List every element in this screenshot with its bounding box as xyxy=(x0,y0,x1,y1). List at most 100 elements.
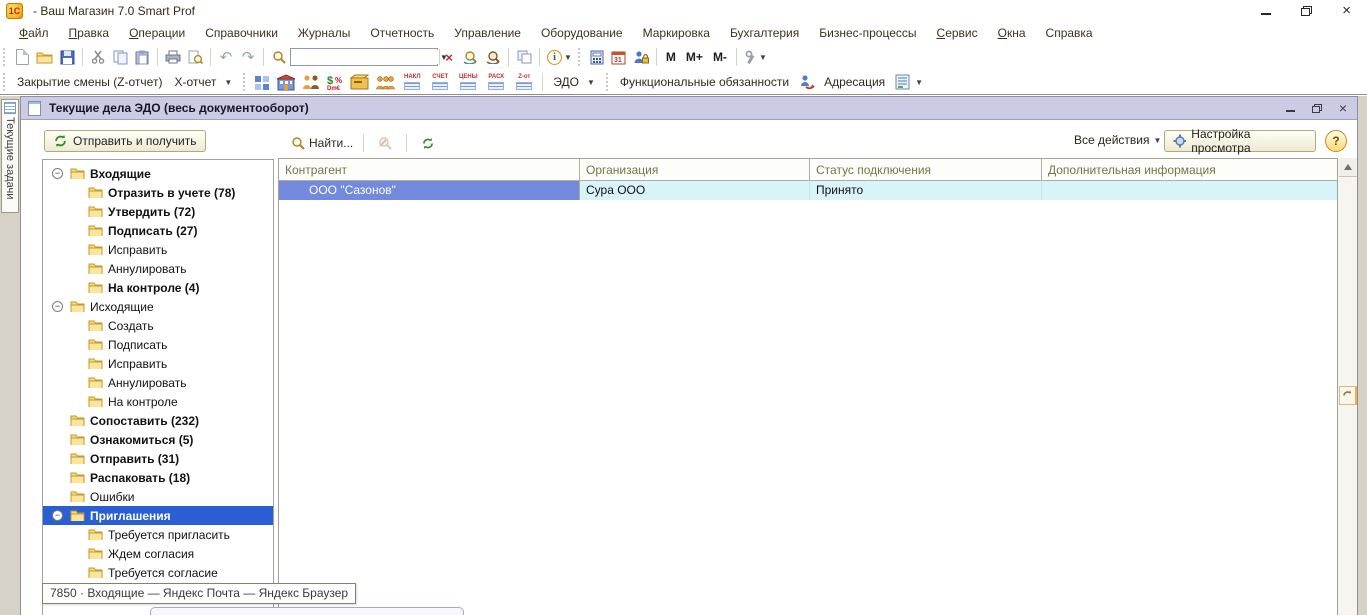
tree-item[interactable]: Требуется согласие xyxy=(43,563,273,582)
new-document-button[interactable] xyxy=(11,46,33,68)
addressing-button[interactable]: Адресация xyxy=(818,75,891,89)
tree-item[interactable]: −Входящие xyxy=(43,164,273,183)
collapse-icon[interactable]: − xyxy=(52,168,63,179)
menu-item-6[interactable]: Управление xyxy=(445,24,530,42)
menu-item-1[interactable]: Правка xyxy=(60,24,119,42)
all-actions-button[interactable]: Все действия ▼ xyxy=(1074,133,1161,147)
report-shortcut-button[interactable]: СЧЕТ xyxy=(427,72,453,92)
tree-item[interactable]: На контроле xyxy=(43,392,273,411)
menu-item-8[interactable]: Маркировка xyxy=(634,24,719,42)
column-header[interactable]: Организация xyxy=(580,159,810,181)
paste-button[interactable] xyxy=(131,46,153,68)
menu-item-11[interactable]: Сервис xyxy=(928,24,987,42)
toolbar-grip[interactable] xyxy=(2,73,7,91)
report-shortcut-button[interactable]: Z-от xyxy=(511,72,537,92)
close-shift-button[interactable]: Закрытие смены (Z-отчет) xyxy=(11,75,168,89)
table-cell[interactable]: Сура ООО xyxy=(580,181,810,200)
table-cell[interactable]: ООО "Сазонов" xyxy=(279,181,580,200)
cashbox-button[interactable] xyxy=(347,71,372,93)
save-button[interactable] xyxy=(56,46,78,68)
window-close-button[interactable]: × xyxy=(1339,103,1347,113)
close-button[interactable]: × xyxy=(1342,5,1351,17)
menu-item-7[interactable]: Оборудование xyxy=(532,24,632,42)
scroll-up-button[interactable] xyxy=(1339,158,1357,177)
menu-item-4[interactable]: Журналы xyxy=(289,24,359,42)
search-combobox[interactable]: ▼ xyxy=(290,48,438,66)
tree-item[interactable]: −Приглашения xyxy=(43,506,273,525)
edo-window-titlebar[interactable]: Текущие дела ЭДО (весь документооборот) … xyxy=(21,97,1357,120)
tree-item[interactable]: Отразить в учете (78) xyxy=(43,183,273,202)
addressing-icon-button[interactable] xyxy=(891,71,913,93)
report-shortcut-button[interactable]: НАКЛ xyxy=(399,72,425,92)
tree-item[interactable]: −Исходящие xyxy=(43,297,273,316)
menu-item-9[interactable]: Бухгалтерия xyxy=(721,24,808,42)
staff-button[interactable] xyxy=(372,71,398,93)
menu-item-3[interactable]: Справочники xyxy=(196,24,287,42)
tree-item[interactable]: Исправить xyxy=(43,354,273,373)
collapse-icon[interactable]: − xyxy=(52,301,63,312)
scroll-refresh-button[interactable] xyxy=(1339,386,1357,405)
tree-item[interactable]: Отправить (31) xyxy=(43,449,273,468)
services-button[interactable]: ▼ xyxy=(741,46,770,68)
tree-item[interactable]: Ждем согласия xyxy=(43,544,273,563)
print-button[interactable] xyxy=(162,46,184,68)
tree-item[interactable]: На контроле (4) xyxy=(43,278,273,297)
memory-button-1[interactable]: M+ xyxy=(681,50,708,64)
menu-item-2[interactable]: Операции xyxy=(120,24,194,42)
window-minimize-button[interactable] xyxy=(1286,105,1295,112)
memory-button-0[interactable]: M xyxy=(661,50,681,64)
chevron-down-icon[interactable]: ▼ xyxy=(224,78,232,87)
info-button[interactable]: i▼ xyxy=(544,46,575,68)
tree-item[interactable]: Подписать (27) xyxy=(43,221,273,240)
menu-item-0[interactable]: Файл xyxy=(10,24,58,42)
tree-item[interactable]: Сопоставить (232) xyxy=(43,411,273,430)
memory-button-2[interactable]: M- xyxy=(708,50,732,64)
toolbar-grip[interactable] xyxy=(242,73,247,91)
undo-button[interactable]: ↶ xyxy=(215,46,237,68)
tree-item[interactable]: Аннулировать xyxy=(43,259,273,278)
minimize-button[interactable] xyxy=(1261,7,1271,15)
menu-item-5[interactable]: Отчетность xyxy=(361,24,443,42)
find-button[interactable] xyxy=(268,46,290,68)
refresh-list-button[interactable] xyxy=(417,132,439,154)
tree-item[interactable]: Подписать xyxy=(43,335,273,354)
calculator-button[interactable] xyxy=(586,46,608,68)
report-shortcut-button[interactable]: ЦЕНЫ xyxy=(455,72,481,92)
side-tab-current-tasks[interactable]: Текущие задачи xyxy=(1,99,19,213)
tree-item[interactable]: Распаковать (18) xyxy=(43,468,273,487)
cut-button[interactable] xyxy=(87,46,109,68)
user-lock-button[interactable] xyxy=(630,46,652,68)
search-input[interactable] xyxy=(291,50,439,64)
functional-duties-button[interactable]: Функциональные обязанности xyxy=(614,75,795,89)
collapse-icon[interactable]: − xyxy=(52,510,63,521)
table-cell[interactable]: Принято xyxy=(810,181,1042,200)
tree-item[interactable]: Утвердить (72) xyxy=(43,202,273,221)
report-shortcut-button[interactable]: РАСХ xyxy=(483,72,509,92)
functional-duties-icon-button[interactable] xyxy=(795,71,818,93)
toolbar-grip[interactable] xyxy=(577,48,582,66)
clear-search-button[interactable]: × xyxy=(438,46,460,68)
restore-button[interactable] xyxy=(1301,6,1312,16)
tree-item[interactable]: Создать xyxy=(43,316,273,335)
chevron-down-icon[interactable]: ▼ xyxy=(915,78,923,87)
x-report-button[interactable]: X-отчет xyxy=(168,75,222,89)
calendar-button[interactable]: 31 xyxy=(608,46,630,68)
tree-item[interactable]: Ошибки xyxy=(43,487,273,506)
cancel-search-button[interactable] xyxy=(374,132,396,154)
stacked-windows-button[interactable] xyxy=(513,46,535,68)
currency-button[interactable]: $Dm€% xyxy=(323,71,347,93)
view-settings-button[interactable]: Настройка просмотра xyxy=(1164,130,1316,152)
redo-button[interactable]: ↷ xyxy=(237,46,259,68)
menu-item-12[interactable]: Окна xyxy=(989,24,1035,42)
column-header[interactable]: Контрагент xyxy=(279,159,580,181)
table-cell[interactable] xyxy=(1042,181,1338,200)
tree-item[interactable]: Ознакомиться (5) xyxy=(43,430,273,449)
print-preview-button[interactable] xyxy=(184,46,206,68)
store-button[interactable] xyxy=(273,71,299,93)
blocks-button[interactable] xyxy=(251,71,273,93)
toolbar-grip[interactable] xyxy=(2,48,7,66)
menu-item-13[interactable]: Справка xyxy=(1037,24,1102,42)
tree-item[interactable]: Требуется пригласить xyxy=(43,525,273,544)
help-button[interactable]: ? xyxy=(1325,130,1347,152)
table-scrollbar[interactable] xyxy=(1337,158,1357,615)
